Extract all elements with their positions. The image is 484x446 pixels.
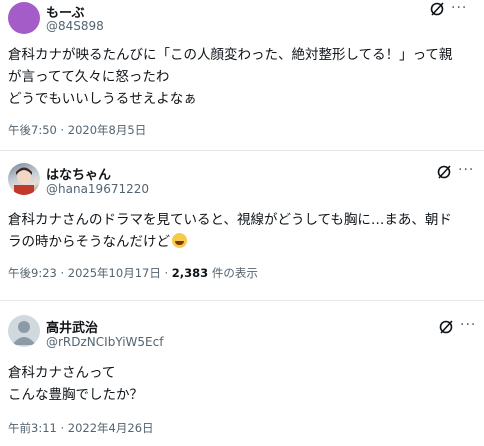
more-icon[interactable]: ··· (458, 162, 474, 178)
user-handle[interactable]: @hana19671220 (46, 182, 149, 196)
post-2[interactable]: はなちゃん @hana19671220 ··· 倉科カナさんのドラマを見ていると… (0, 151, 484, 297)
avatar[interactable] (8, 2, 40, 34)
grok-icon[interactable] (428, 0, 446, 18)
post-timestamp[interactable]: 午後9:23 · 2025年10月17日 · 2,383 件の表示 (8, 265, 258, 281)
view-label: 件の表示 (208, 266, 258, 280)
avatar-photo-icon (14, 167, 34, 195)
post-1[interactable]: もーぶ @84S898 ··· 倉科カナが映るたんびに「この人顔変わった、絶対整… (0, 0, 484, 148)
avatar[interactable] (8, 315, 40, 347)
grinning-squinting-face-emoji (172, 233, 187, 248)
display-name[interactable]: 高井武治 (46, 317, 98, 336)
grok-icon[interactable] (437, 318, 455, 336)
grok-icon[interactable] (435, 163, 453, 181)
user-handle[interactable]: @84S898 (46, 19, 104, 33)
post-text: 倉科カナさんって こんな豊胸でしたか？ (8, 365, 143, 403)
more-icon[interactable]: ··· (460, 317, 476, 333)
timestamp-text: 午後9:23 · 2025年10月17日 · (8, 266, 172, 280)
default-avatar-icon (12, 321, 36, 345)
avatar[interactable] (8, 163, 40, 195)
post-text-content: 倉科カナさんのドラマを見ていると、視線がどうしても胸に…まあ、朝ド ラの時からそ… (8, 212, 452, 250)
post-timestamp[interactable]: 午前3:11 · 2022年4月26日 (8, 420, 154, 436)
post-timestamp[interactable]: 午後7:50 · 2020年8月5日 (8, 122, 146, 138)
view-count: 2,383 (171, 266, 209, 280)
post-text: 倉科カナが映るたんびに「この人顔変わった、絶対整形してる！」って親 が言ってて久… (8, 47, 453, 107)
post-3[interactable]: 高井武治 @rRDzNCIbYiW5Ecf ··· 倉科カナさんって こんな豊胸… (0, 301, 484, 446)
user-handle[interactable]: @rRDzNCIbYiW5Ecf (46, 335, 163, 349)
post-text: 倉科カナさんのドラマを見ていると、視線がどうしても胸に…まあ、朝ド ラの時からそ… (8, 209, 474, 253)
more-icon[interactable]: ··· (451, 0, 467, 16)
display-name[interactable]: はなちゃん (46, 164, 111, 183)
